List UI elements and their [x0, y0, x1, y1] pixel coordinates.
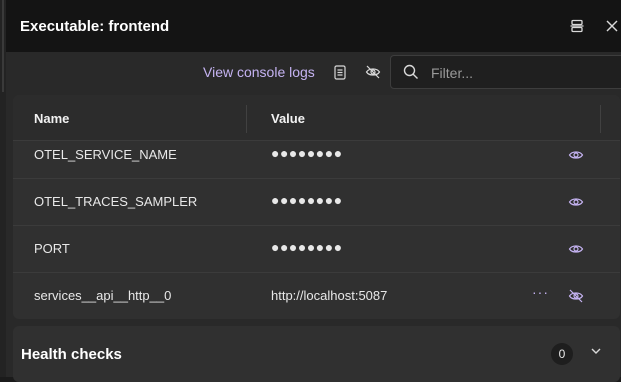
split-view-icon[interactable] — [568, 17, 586, 35]
health-checks-section[interactable]: Health checks 0 — [13, 326, 620, 382]
eye-icon[interactable] — [568, 242, 584, 256]
column-header-name[interactable]: Name — [34, 111, 69, 126]
eye-icon[interactable] — [568, 195, 584, 209]
row-name: services__api__http__0 — [34, 288, 172, 303]
eye-slash-icon[interactable] — [364, 63, 382, 81]
filter-input[interactable] — [431, 63, 611, 83]
view-console-logs-link[interactable]: View console logs — [203, 64, 315, 80]
health-checks-count-badge: 0 — [551, 343, 573, 365]
filter-input-box[interactable] — [390, 55, 621, 89]
table-row: OTEL_TRACES_SAMPLER ●●●●●●●● — [13, 179, 620, 226]
search-icon — [403, 64, 419, 85]
details-panel: Executable: frontend View console logs F… — [6, 0, 621, 382]
table-row: services__api__http__0 http://localhost:… — [13, 273, 620, 319]
panel-header: Executable: frontend — [6, 0, 621, 52]
column-header-value[interactable]: Value — [271, 111, 305, 126]
row-name: OTEL_SERVICE_NAME — [34, 147, 177, 162]
column-divider[interactable] — [246, 105, 247, 133]
table-row: OTEL_SERVICE_NAME ●●●●●●●● — [13, 132, 620, 179]
environment-grid: Name Value OTEL_SERVICE_NAME ●●●●●●●● OT… — [13, 95, 620, 319]
table-row: PORT ●●●●●●●● — [13, 226, 620, 273]
scroll-rail — [2, 0, 4, 92]
more-options-button[interactable]: ··· — [532, 284, 549, 300]
eye-icon[interactable] — [568, 148, 584, 162]
row-value: http://localhost:5087 — [271, 288, 388, 303]
document-icon[interactable] — [331, 63, 349, 81]
row-value-masked: ●●●●●●●● — [271, 192, 343, 208]
row-value-masked: ●●●●●●●● — [271, 239, 343, 255]
row-name: OTEL_TRACES_SAMPLER — [34, 194, 198, 209]
close-icon[interactable] — [603, 17, 621, 35]
toolbar: View console logs — [6, 52, 621, 92]
eye-slash-icon[interactable] — [568, 289, 584, 303]
row-name: PORT — [34, 241, 70, 256]
row-value-masked: ●●●●●●●● — [271, 145, 343, 161]
health-checks-title: Health checks — [21, 346, 122, 363]
column-divider[interactable] — [600, 105, 601, 133]
chevron-down-icon[interactable] — [590, 347, 602, 355]
panel-title: Executable: frontend — [20, 18, 170, 35]
